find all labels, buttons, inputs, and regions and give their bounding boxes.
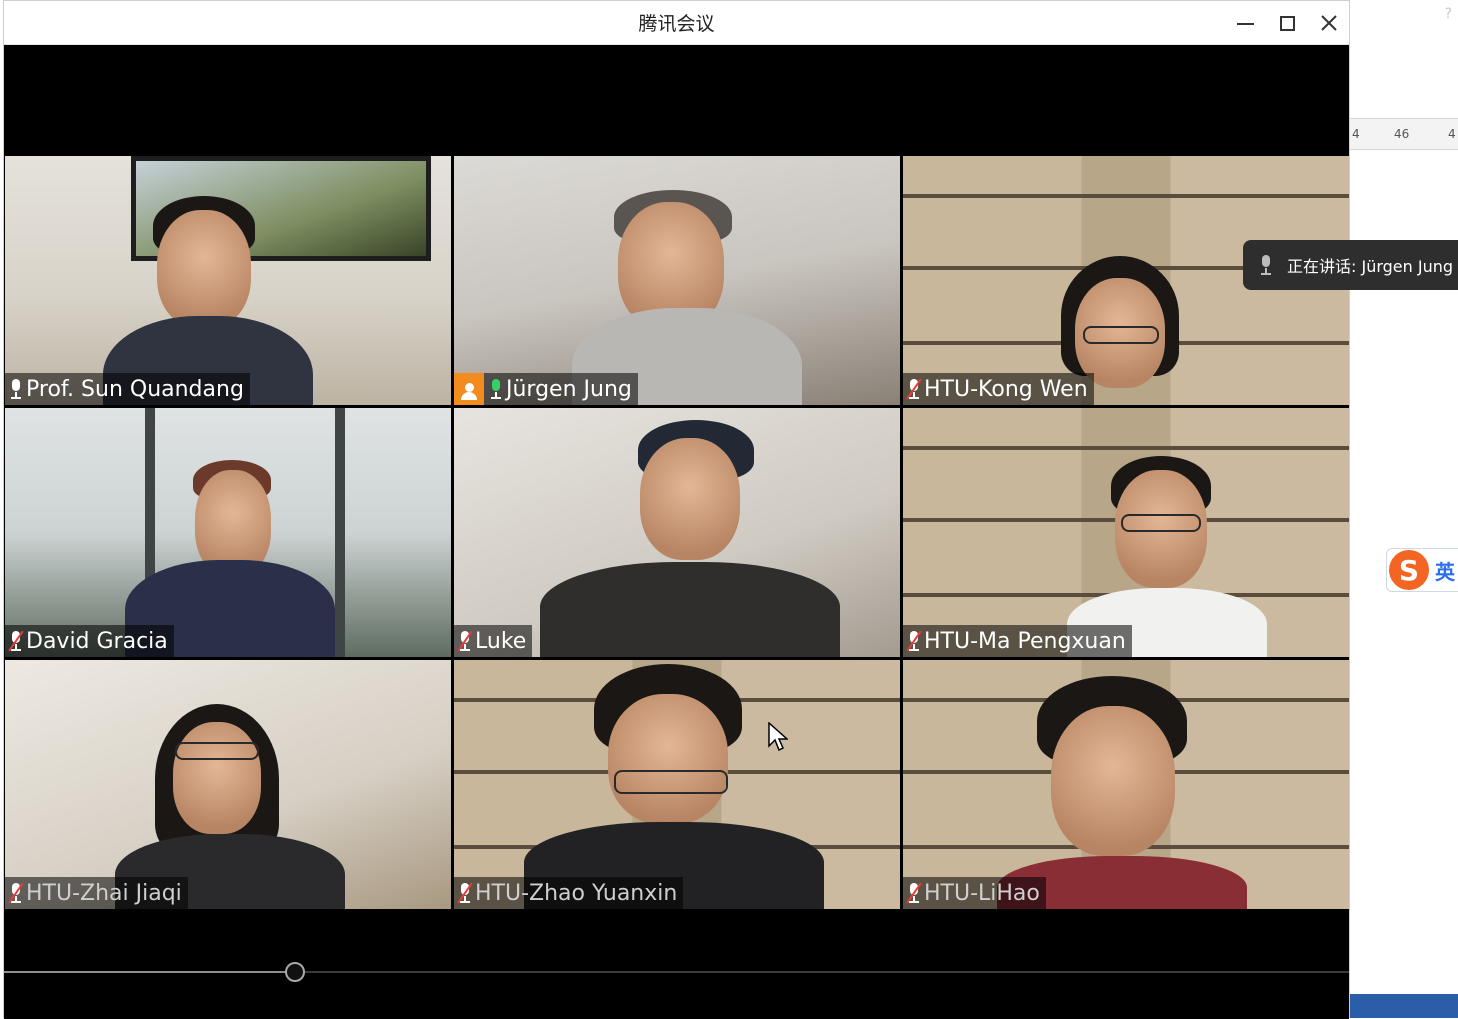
meeting-window: 腾讯会议 Prof. Sun Quandang Jürgen Jung HTU-… [3,0,1350,1019]
microphone-muted-icon [9,630,23,652]
maximize-button[interactable] [1277,13,1297,33]
microphone-muted-icon [907,630,921,652]
video-tile[interactable]: Prof. Sun Quandang [5,156,451,405]
help-icon[interactable]: ? [1445,6,1452,22]
maximize-icon [1279,15,1295,31]
microphone-speaking-icon [489,378,503,400]
participant-label: HTU-Zhao Yuanxin [454,877,684,909]
participant-name: HTU-LiHao [924,880,1040,906]
participant-name: Prof. Sun Quandang [26,376,244,402]
playback-progress-bar[interactable] [4,962,1349,982]
video-feed [5,408,451,657]
microphone-icon [9,378,23,400]
progress-handle[interactable] [284,962,305,982]
microphone-muted-icon [907,378,921,400]
participant-label: Prof. Sun Quandang [5,373,250,405]
participant-name: Luke [475,628,527,654]
participant-name: David Gracia [26,628,168,654]
minimize-icon [1236,23,1254,25]
speaking-text: 正在讲话: Jürgen Jung [1287,257,1454,276]
microphone-muted-icon [458,630,472,652]
microphone-muted-icon [907,882,921,904]
video-feed [903,660,1349,909]
minimize-button[interactable] [1235,13,1255,33]
participant-name: Jürgen Jung [506,376,632,402]
ruler-tick: 4 [1352,127,1360,141]
sogou-logo-icon: S [1389,550,1429,590]
microphone-muted-icon [9,882,23,904]
participant-label: Luke [454,625,533,657]
speaking-indicator: 正在讲话: Jürgen Jung [1243,240,1458,290]
mouse-cursor-icon [768,722,788,752]
video-stage: Prof. Sun Quandang Jürgen Jung HTU-Kong … [4,45,1349,1019]
ime-language-toggle[interactable]: 英 [1435,556,1455,585]
video-feed [454,156,900,405]
participant-label: HTU-LiHao [903,877,1046,909]
close-icon [1321,15,1337,31]
video-feed [5,156,451,405]
participant-label: HTU-Zhai Jiaqi [5,877,188,909]
ruler-tick: 46 [1394,127,1410,141]
video-feed [903,408,1349,657]
participant-name: HTU-Zhao Yuanxin [475,880,678,906]
title-bar[interactable]: 腾讯会议 [4,1,1349,45]
video-tile[interactable]: HTU-LiHao [903,660,1349,909]
video-tile[interactable]: HTU-Zhao Yuanxin [454,660,900,909]
participant-label: HTU-Ma Pengxuan [903,625,1132,657]
document-ruler: 4 46 4 [1350,118,1458,150]
background-taskbar [1350,994,1458,1018]
background-app: ? 4 46 4 S 英 [1350,0,1458,1018]
video-tile-active-speaker[interactable]: Jürgen Jung [454,156,900,405]
window-frame [335,408,345,657]
close-button[interactable] [1319,13,1339,33]
window-title: 腾讯会议 [638,13,715,35]
video-feed [454,408,900,657]
microphone-muted-icon [458,882,472,904]
participant-name: HTU-Ma Pengxuan [924,628,1126,654]
video-tile[interactable]: David Gracia [5,408,451,657]
video-feed [5,660,451,909]
video-feed [454,660,900,909]
ime-toolbar[interactable]: S 英 [1386,548,1458,592]
progress-fill [4,971,295,973]
participant-name: HTU-Zhai Jiaqi [26,880,182,906]
participant-label: Jürgen Jung [454,373,638,405]
video-tile[interactable]: HTU-Zhai Jiaqi [5,660,451,909]
video-tile[interactable]: HTU-Ma Pengxuan [903,408,1349,657]
participant-label: David Gracia [5,625,174,657]
participant-name: HTU-Kong Wen [924,376,1088,402]
video-tile[interactable]: Luke [454,408,900,657]
microphone-icon [1259,254,1273,276]
participant-label: HTU-Kong Wen [903,373,1094,405]
video-grid: Prof. Sun Quandang Jürgen Jung HTU-Kong … [5,156,1349,911]
ruler-tick: 4 [1448,127,1456,141]
window-controls [1235,1,1339,45]
host-person-icon [454,373,484,405]
